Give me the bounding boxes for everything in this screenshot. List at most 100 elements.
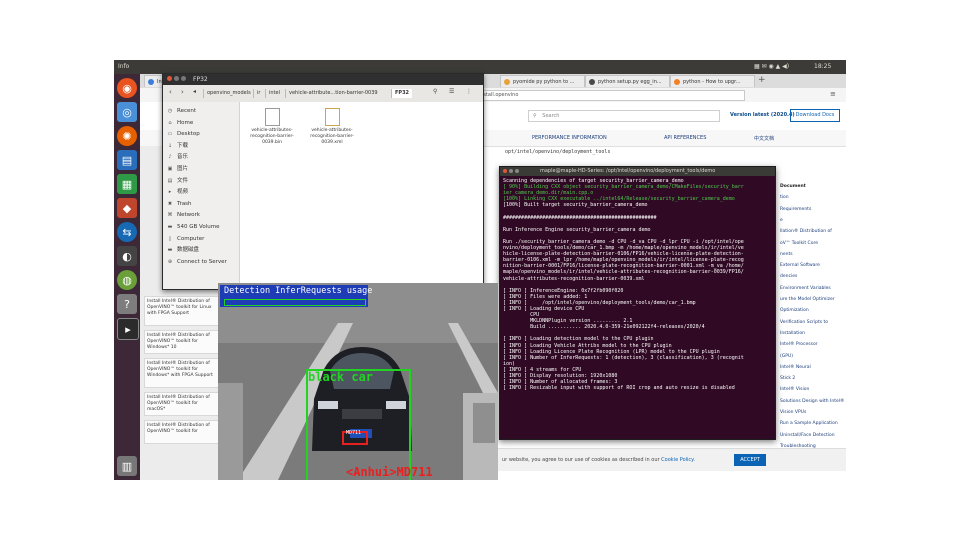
sidebar-item[interactable]: ⌘ Network	[167, 210, 200, 220]
forward-icon[interactable]: ›	[181, 88, 184, 96]
nav-performance[interactable]: PERFORMANCE INFORMATION	[532, 135, 607, 141]
left-nav-item[interactable]: Install Intel® Distribution of OpenVINO™…	[144, 296, 220, 326]
toc-item[interactable]: Installation	[780, 331, 805, 336]
sidebar-item[interactable]: ▬ 数据磁盘	[167, 245, 199, 255]
toc-item[interactable]: Verification Scripts to	[780, 320, 828, 325]
toc-item[interactable]: Intel® Neural	[780, 365, 811, 370]
close-icon[interactable]	[503, 169, 507, 173]
sidebar-item[interactable]: ↓ 下载	[167, 141, 188, 151]
breadcrumb[interactable]: intel	[265, 89, 283, 98]
tab-setup-py[interactable]: python setup.py egg_in...	[585, 75, 670, 87]
impress-icon[interactable]: ◆	[117, 198, 137, 218]
sidebar-item[interactable]: ▸ 视频	[167, 187, 188, 197]
sidebar-item[interactable]: ▣ 图片	[167, 164, 188, 174]
settings-icon[interactable]: ◐	[117, 246, 137, 266]
toc-item[interactable]: Intel® Processor	[780, 342, 818, 347]
left-nav-item[interactable]: Install Intel® Distribution of OpenVINO™…	[144, 358, 220, 388]
sidebar-item[interactable]: ▭ Desktop	[167, 129, 200, 139]
file-manager-titlebar: FP32	[163, 74, 483, 85]
clock[interactable]: 18:25	[814, 63, 831, 70]
download-docs-button[interactable]: Download Docs	[790, 109, 840, 122]
left-nav-item[interactable]: Install Intel® Distribution of OpenVINO™…	[144, 420, 220, 444]
toc-item[interactable]: oV™ Toolkit Core	[780, 241, 818, 246]
toc-item[interactable]: Requirements	[780, 207, 811, 212]
location-icon[interactable]: ◂	[193, 88, 196, 95]
sidebar-item[interactable]: ⊕ Connect to Server	[167, 257, 227, 267]
breadcrumb[interactable]: ir	[253, 89, 263, 98]
toc-item[interactable]: llation® Distribution of	[780, 229, 832, 234]
new-tab-icon[interactable]: +	[758, 75, 766, 85]
breadcrumb-current[interactable]: FP32	[391, 89, 413, 98]
file-name: vehicle-attributes-recognition-barrier-0…	[310, 128, 354, 145]
toc-item[interactable]: Stick 2	[780, 376, 795, 381]
file-item-bin[interactable]: vehicle-attributes-recognition-barrier-0…	[242, 108, 302, 146]
file-item-xml[interactable]: vehicle-attributes-recognition-barrier-0…	[302, 108, 362, 146]
toc-item[interactable]: External Software	[780, 263, 820, 268]
accept-button[interactable]: ACCEPT	[734, 454, 766, 466]
toc-item[interactable]: ure the Model Optimizer	[780, 297, 835, 302]
sidebar-item-label: Trash	[177, 200, 192, 207]
sidebar-item[interactable]: ⌂ Home	[167, 118, 193, 128]
toc-item[interactable]: Uninstall/Face Detection	[780, 433, 835, 438]
firefox-icon[interactable]: ✺	[117, 126, 137, 146]
nav-api-references[interactable]: API REFERENCES	[664, 135, 706, 141]
toc-item[interactable]: Document	[780, 184, 806, 189]
toc-item[interactable]: Environment Variables	[780, 286, 831, 291]
tray-icons[interactable]: ▦ ✉ ◉ ▲ ◀)	[754, 63, 789, 70]
search-icon: ⚲	[533, 113, 537, 119]
toc-item[interactable]: (GPU)	[780, 354, 793, 359]
sidebar-item[interactable]: ▬ 540 GB Volume	[167, 222, 220, 232]
ubuntu-icon[interactable]: ◉	[117, 78, 137, 98]
software-icon[interactable]: ⇆	[117, 222, 137, 242]
toc-item[interactable]: nents	[780, 252, 793, 257]
sidebar-item[interactable]: ✖ Trash	[167, 199, 192, 209]
toc-item[interactable]: Run a Sample Application	[780, 421, 838, 426]
sidebar-item[interactable]: ▤ 文件	[167, 176, 188, 186]
nav-chinese-docs[interactable]: 中文文档	[754, 135, 774, 142]
topbar-app-name: Info	[118, 63, 130, 70]
minimize-icon[interactable]	[174, 76, 179, 81]
tab-pyomide[interactable]: pyomide py python to ...	[500, 75, 585, 87]
toc-item[interactable]: e	[780, 218, 783, 223]
browser-icon[interactable]: ◎	[117, 102, 137, 122]
plate-label: <Anhui>MD711	[346, 465, 433, 479]
terminal-icon[interactable]: ▸	[117, 318, 139, 340]
close-icon[interactable]	[167, 76, 172, 81]
help-icon[interactable]: ?	[117, 294, 137, 314]
server-icon: ⊕	[167, 258, 173, 265]
sidebar-item[interactable]: ◷ Recent	[167, 106, 196, 116]
toc-item[interactable]: Vision VPUs	[780, 410, 806, 415]
version-select[interactable]: Version latest (2020.4)	[730, 112, 795, 118]
breadcrumb[interactable]: openvino_models	[203, 89, 254, 98]
tab-python-upgrade[interactable]: python - How to upgr...	[670, 75, 755, 87]
calc-icon[interactable]: ▦	[117, 174, 137, 194]
toc-item[interactable]: dencies	[780, 274, 797, 279]
toc-item[interactable]: Intel® Vision	[780, 387, 809, 392]
menu-icon[interactable]: ≡	[830, 90, 836, 98]
sidebar-item[interactable]: ♪ 音乐	[167, 152, 188, 162]
sidebar-item-label: 数据磁盘	[177, 247, 200, 254]
toc-item[interactable]: Optimization	[780, 308, 809, 313]
writer-icon[interactable]: ▤	[117, 150, 137, 170]
maximize-icon[interactable]	[181, 76, 186, 81]
terminal-output[interactable]: Scanning dependencies of target security…	[503, 178, 773, 436]
left-nav-item[interactable]: Install Intel® Distribution of OpenVINO™…	[144, 330, 220, 354]
toc-item[interactable]: Solutions Design with Intel®	[780, 399, 845, 404]
address-bar[interactable]: ...ntel.com/.../install.openvino	[440, 90, 745, 101]
breadcrumb[interactable]: vehicle-attribute...tion-barrier-0039	[285, 89, 381, 98]
left-nav-item[interactable]: Install Intel® Distribution of OpenVINO™…	[144, 392, 220, 416]
trash-icon[interactable]: ▥	[117, 456, 137, 476]
maximize-icon[interactable]	[515, 169, 519, 173]
minimize-icon[interactable]	[509, 169, 513, 173]
cookie-policy-link[interactable]: Cookie Policy.	[661, 457, 695, 463]
computer-icon: ▯	[168, 235, 172, 242]
search-icon[interactable]: ⚲	[433, 88, 437, 95]
docs-search-input[interactable]: ⚲ Search	[528, 110, 720, 122]
options-icon[interactable]: ⋮	[466, 88, 472, 95]
toc-item[interactable]: tion	[780, 195, 789, 200]
sidebar-item[interactable]: ▯ Computer	[167, 234, 205, 244]
view-list-icon[interactable]: ☰	[449, 88, 454, 95]
tab-label: python setup.py egg_in...	[598, 79, 662, 85]
amazon-icon[interactable]: ◍	[117, 270, 137, 290]
back-icon[interactable]: ‹	[169, 88, 172, 96]
